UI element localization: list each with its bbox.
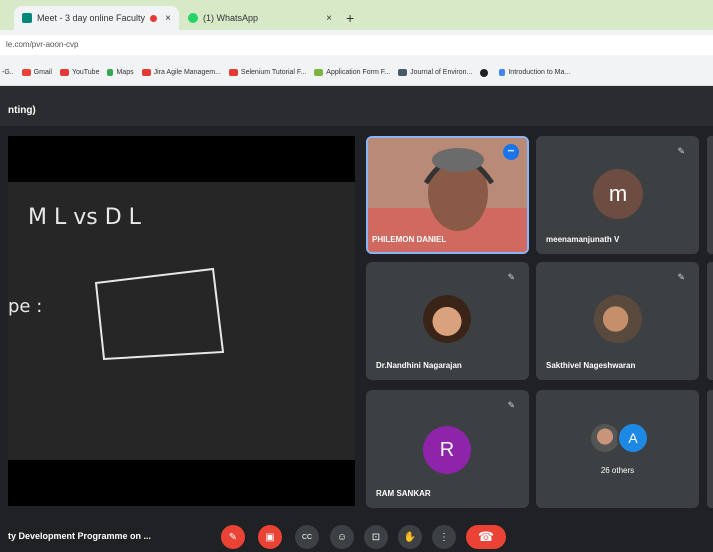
mic-toggle-button[interactable]: ✎ bbox=[221, 525, 245, 549]
mic-off-icon: ✎ bbox=[507, 400, 515, 410]
board-title: M L vs D L bbox=[28, 205, 142, 230]
hidden-tile-edge bbox=[707, 262, 713, 380]
whiteboard: M L vs D L pe : bbox=[8, 182, 355, 460]
whatsapp-favicon-icon bbox=[188, 13, 198, 23]
presentation-title: nting) bbox=[8, 105, 36, 116]
profile-photo bbox=[594, 295, 642, 343]
tab-whatsapp[interactable]: (1) WhatsApp × bbox=[180, 6, 340, 30]
whiteboard-drawing: M L vs D L pe : bbox=[8, 205, 225, 361]
participant-tile-ram-sankar[interactable]: ✎ R RAM SANKAR bbox=[366, 390, 529, 508]
avatar: R bbox=[423, 426, 471, 474]
gmail-icon bbox=[21, 69, 31, 76]
avatar: A bbox=[617, 422, 649, 454]
recording-indicator-icon bbox=[150, 14, 158, 22]
hidden-tile-edge bbox=[707, 390, 713, 508]
participant-tile-meenamanjunath[interactable]: ✎ m meenamanjunath V bbox=[536, 136, 699, 254]
forms-icon bbox=[314, 69, 324, 76]
maps-icon bbox=[107, 69, 114, 76]
profile-photo bbox=[423, 295, 471, 343]
bookmark-journal[interactable]: Journal of Environ... bbox=[398, 69, 472, 76]
participant-tile-nandhini[interactable]: ✎ Dr.Nandhini Nagarajan bbox=[366, 262, 529, 380]
raise-hand-button[interactable]: ✋ bbox=[398, 525, 422, 549]
browser-tab-bar: Meet - 3 day online Faculty × (1) WhatsA… bbox=[0, 0, 713, 30]
more-options-button[interactable]: ⋮ bbox=[432, 525, 456, 549]
tab-label: Meet - 3 day online Faculty bbox=[37, 13, 146, 23]
participant-name: PHILEMON DANIEL bbox=[372, 235, 447, 244]
hidden-tile-edge bbox=[707, 136, 713, 254]
bookmark-gmail[interactable]: Gmail bbox=[21, 69, 52, 76]
youtube-icon bbox=[228, 69, 238, 76]
close-tab-button[interactable]: × bbox=[165, 13, 171, 24]
bookmark-jira[interactable]: Jira Agile Managem... bbox=[141, 69, 221, 76]
youtube-icon bbox=[141, 69, 151, 76]
emoji-button[interactable]: ☺ bbox=[330, 525, 354, 549]
others-count: 26 others bbox=[600, 466, 635, 475]
camera-toggle-button[interactable]: ▣ bbox=[258, 525, 282, 549]
leave-call-button[interactable]: ☎ bbox=[466, 525, 506, 549]
tab-label: (1) WhatsApp bbox=[203, 13, 259, 23]
present-button[interactable]: ⊡ bbox=[364, 525, 388, 549]
bookmark-application-form[interactable]: Application Form F... bbox=[314, 69, 390, 76]
avatar: m bbox=[593, 169, 643, 219]
participant-name: Sakthivel Nageshwaran bbox=[546, 361, 636, 370]
mic-off-icon: ✎ bbox=[677, 272, 685, 282]
close-tab-button[interactable]: × bbox=[326, 13, 332, 24]
mic-off-icon: ✎ bbox=[677, 146, 685, 156]
participant-tile-sakthivel[interactable]: ✎ Sakthivel Nageshwaran bbox=[536, 262, 699, 380]
board-rectangle bbox=[94, 267, 225, 361]
bookmark-introduction[interactable]: Introduction to Ma... bbox=[499, 69, 570, 76]
tab-meet[interactable]: Meet - 3 day online Faculty × bbox=[14, 6, 179, 30]
bookmark-maps[interactable]: Maps bbox=[107, 69, 134, 76]
participant-tile-philemon[interactable]: ••• PHILEMON DANIEL bbox=[366, 136, 529, 254]
participant-name: Dr.Nandhini Nagarajan bbox=[376, 361, 462, 370]
bookmark-youtube[interactable]: YouTube bbox=[59, 69, 99, 76]
globe-icon bbox=[480, 68, 489, 77]
bookmarks-bar: -G.. Gmail YouTube Maps Jira Agile Manag… bbox=[0, 60, 713, 86]
board-left-text: pe : bbox=[8, 296, 42, 317]
bookmark-item[interactable]: -G.. bbox=[2, 69, 14, 76]
meet-control-bar: ty Development Programme on ... ✎ ▣ CC ☺… bbox=[0, 514, 713, 552]
google-icon bbox=[499, 69, 506, 76]
meet-header: nting) bbox=[0, 86, 713, 126]
url-input[interactable]: le.com/pvr-aoon-cvp bbox=[0, 35, 713, 55]
bookmark-globe[interactable] bbox=[480, 68, 491, 77]
meet-favicon-icon bbox=[22, 13, 32, 23]
participant-name: meenamanjunath V bbox=[546, 235, 620, 244]
others-tile[interactable]: A 26 others bbox=[536, 390, 699, 508]
bookmark-selenium[interactable]: Selenium Tutorial F... bbox=[228, 69, 306, 76]
captions-button[interactable]: CC bbox=[295, 525, 319, 549]
journal-icon bbox=[398, 69, 408, 76]
meeting-name: ty Development Programme on ... bbox=[8, 531, 152, 541]
more-options-icon[interactable]: ••• bbox=[503, 144, 519, 160]
address-bar-container: le.com/pvr-aoon-cvp bbox=[0, 30, 713, 60]
participant-name: RAM SANKAR bbox=[376, 489, 431, 498]
presentation-view: M L vs D L pe : bbox=[8, 136, 355, 506]
mic-off-icon: ✎ bbox=[507, 272, 515, 282]
youtube-icon bbox=[59, 69, 69, 76]
new-tab-button[interactable]: + bbox=[346, 10, 354, 26]
